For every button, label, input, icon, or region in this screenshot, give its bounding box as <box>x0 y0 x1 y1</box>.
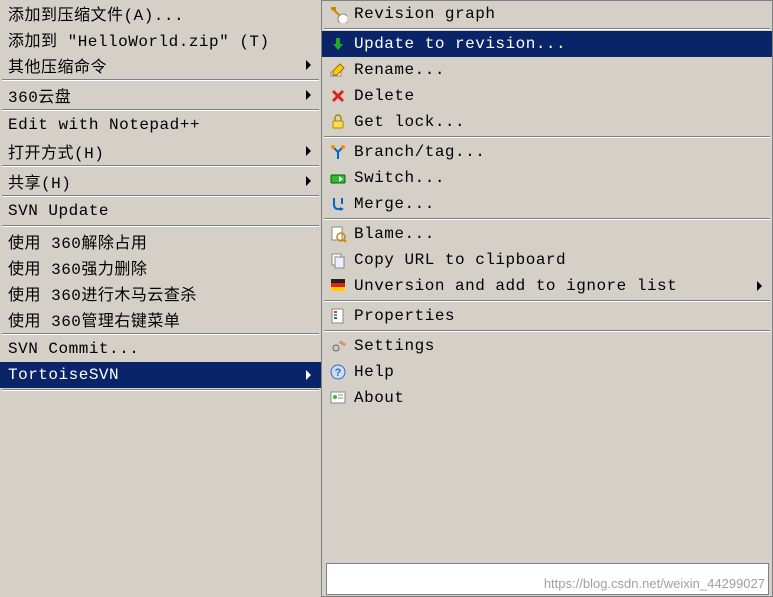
menu-separator <box>2 165 319 167</box>
menu-item-label: 打开方式(H) <box>8 139 306 163</box>
rename-icon <box>326 60 350 80</box>
submenu-arrow-icon <box>306 60 311 70</box>
menu-item[interactable]: About <box>322 385 772 411</box>
menu-item-label: About <box>354 389 766 407</box>
menu-item[interactable]: Merge... <box>322 191 772 217</box>
menu-item[interactable]: Copy URL to clipboard <box>322 247 772 273</box>
menu-item[interactable]: Blame... <box>322 221 772 247</box>
menu-item-label: Edit with Notepad++ <box>8 116 315 134</box>
menu-item[interactable]: 共享(H) <box>0 168 321 194</box>
menu-item[interactable]: Revision graph <box>322 1 772 27</box>
menu-separator <box>324 28 770 30</box>
menu-item-label: 使用 360强力删除 <box>8 255 315 279</box>
submenu-arrow-icon <box>306 90 311 100</box>
properties-icon <box>326 306 350 326</box>
menu-item-label: Update to revision... <box>354 35 766 53</box>
menu-separator <box>324 136 770 138</box>
menu-separator <box>324 218 770 220</box>
menu-item-label: SVN Update <box>8 202 315 220</box>
menu-item-label: TortoiseSVN <box>8 366 306 384</box>
menu-item[interactable]: 打开方式(H) <box>0 138 321 164</box>
update-icon <box>326 34 350 54</box>
menu-item[interactable]: ? Help <box>322 359 772 385</box>
submenu-arrow-icon <box>306 146 311 156</box>
menu-separator <box>2 109 319 111</box>
menu-item-label: Get lock... <box>354 113 766 131</box>
menu-item[interactable]: Rename... <box>322 57 772 83</box>
branch-icon <box>326 142 350 162</box>
submenu-arrow-icon <box>306 370 311 380</box>
menu-item[interactable]: 使用 360强力删除 <box>0 254 321 280</box>
delete-icon <box>326 86 350 106</box>
menu-item-label: 共享(H) <box>8 169 306 193</box>
menu-item[interactable]: 添加到 "HelloWorld.zip" (T) <box>0 26 321 52</box>
menu-separator <box>324 330 770 332</box>
unversion-icon <box>326 276 350 296</box>
menu-item-label: SVN Commit... <box>8 340 315 358</box>
menu-item[interactable]: 使用 360管理右键菜单 <box>0 306 321 332</box>
context-menu-right: Revision graph Update to revision... Renam… <box>322 0 773 597</box>
menu-item-label: 使用 360解除占用 <box>8 229 315 253</box>
submenu-arrow-icon <box>306 176 311 186</box>
menu-item-label: Switch... <box>354 169 766 187</box>
copy-icon <box>326 250 350 270</box>
menu-item[interactable]: Delete <box>322 83 772 109</box>
merge-icon <box>326 194 350 214</box>
menu-item-label: 使用 360进行木马云查杀 <box>8 281 315 305</box>
graph-icon <box>326 4 350 24</box>
lock-icon <box>326 112 350 132</box>
menu-separator <box>2 333 319 335</box>
menu-item[interactable]: 使用 360进行木马云查杀 <box>0 280 321 306</box>
switch-icon <box>326 168 350 188</box>
svg-text:?: ? <box>335 367 342 379</box>
menu-item-label: 添加到压缩文件(A)... <box>8 1 315 25</box>
menu-item[interactable]: 使用 360解除占用 <box>0 228 321 254</box>
menu-item[interactable]: Switch... <box>322 165 772 191</box>
about-icon <box>326 388 350 408</box>
menu-item[interactable]: Get lock... <box>322 109 772 135</box>
menu-item-label: Unversion and add to ignore list <box>354 277 757 295</box>
menu-item-label: Rename... <box>354 61 766 79</box>
menu-item-label: Properties <box>354 307 766 325</box>
menu-item[interactable]: 添加到压缩文件(A)... <box>0 0 321 26</box>
blame-icon <box>326 224 350 244</box>
menu-item[interactable]: TortoiseSVN <box>0 362 321 388</box>
menu-separator <box>2 195 319 197</box>
menu-item-label: Blame... <box>354 225 766 243</box>
menu-item-label: 其他压缩命令 <box>8 53 306 77</box>
submenu-arrow-icon <box>757 281 762 291</box>
watermark-text: https://blog.csdn.net/weixin_44299027 <box>544 576 765 591</box>
menu-item[interactable]: SVN Update <box>0 198 321 224</box>
menu-item-label: 360云盘 <box>8 83 306 107</box>
menu-separator <box>2 79 319 81</box>
menu-item[interactable]: Update to revision... <box>322 31 772 57</box>
menu-item[interactable]: 其他压缩命令 <box>0 52 321 78</box>
menu-item-label: 使用 360管理右键菜单 <box>8 307 315 331</box>
settings-icon <box>326 336 350 356</box>
menu-separator <box>324 300 770 302</box>
menu-item[interactable]: Edit with Notepad++ <box>0 112 321 138</box>
context-menu-left: 添加到压缩文件(A)...添加到 "HelloWorld.zip" (T)其他压… <box>0 0 322 597</box>
menu-item-label: 添加到 "HelloWorld.zip" (T) <box>8 27 315 51</box>
menu-item-label: Revision graph <box>354 5 766 23</box>
menu-item[interactable]: Settings <box>322 333 772 359</box>
menu-item-label: Help <box>354 363 766 381</box>
menu-item[interactable]: SVN Commit... <box>0 336 321 362</box>
menu-item[interactable]: 360云盘 <box>0 82 321 108</box>
menu-item[interactable]: Unversion and add to ignore list <box>322 273 772 299</box>
menu-item[interactable]: Branch/tag... <box>322 139 772 165</box>
menu-item-label: Branch/tag... <box>354 143 766 161</box>
menu-separator <box>2 225 319 227</box>
menu-item[interactable]: Properties <box>322 303 772 329</box>
menu-item-label: Settings <box>354 337 766 355</box>
menu-item-label: Merge... <box>354 195 766 213</box>
menu-item-label: Copy URL to clipboard <box>354 251 766 269</box>
menu-item-label: Delete <box>354 87 766 105</box>
help-icon: ? <box>326 362 350 382</box>
menu-separator <box>2 389 319 391</box>
